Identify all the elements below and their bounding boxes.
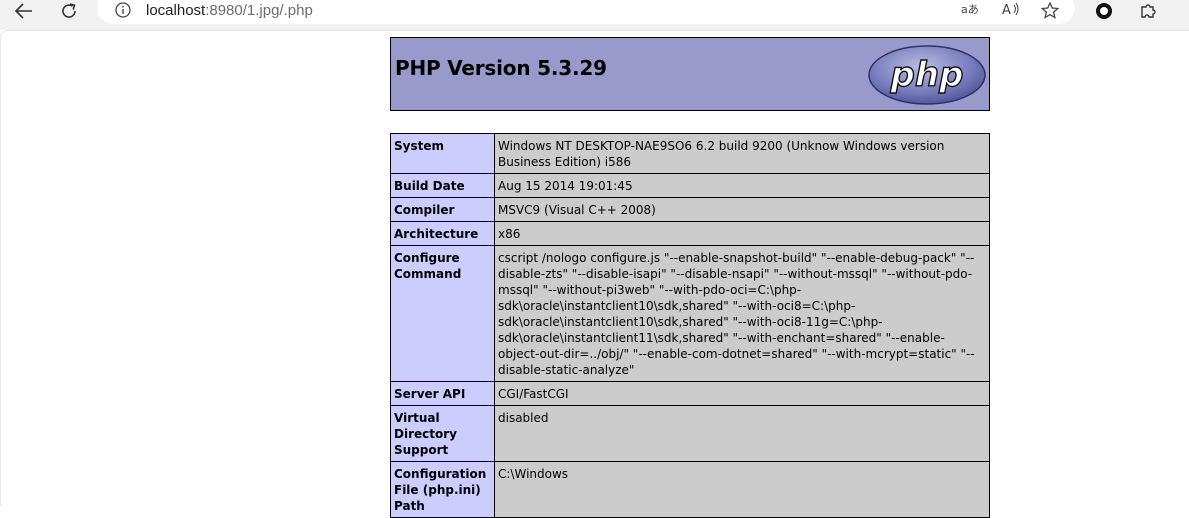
text-size-icon: A [1002, 2, 1019, 18]
table-row: Virtual Directory Support disabled [390, 405, 990, 462]
profile-button[interactable] [1090, 0, 1118, 22]
row-value: Aug 15 2014 19:01:45 [494, 173, 990, 198]
table-row: Configure Command cscript /nologo config… [390, 245, 990, 382]
extensions-button[interactable] [1134, 0, 1162, 22]
row-key: Build Date [390, 173, 495, 198]
row-value: MSVC9 (Visual C++ 2008) [494, 197, 990, 222]
back-button[interactable] [10, 0, 38, 22]
php-logo: php [868, 45, 986, 105]
row-key: Architecture [390, 221, 495, 246]
table-row: Configuration File (php.ini) Path C:\Win… [390, 461, 990, 518]
phpinfo-table: System Windows NT DESKTOP-NAE9SO6 6.2 bu… [390, 133, 990, 518]
table-row: System Windows NT DESKTOP-NAE9SO6 6.2 bu… [390, 133, 990, 174]
extensions-puzzle-icon [1141, 4, 1156, 18]
address-bar[interactable]: localhost:8980/1.jpg/.php aあ A [97, 0, 1075, 24]
row-key: Compiler [390, 197, 495, 222]
table-row: Compiler MSVC9 (Visual C++ 2008) [390, 197, 990, 222]
row-value: CGI/FastCGI [494, 381, 990, 406]
back-arrow-icon [15, 3, 32, 19]
row-value: disabled [494, 405, 990, 462]
table-row: Build Date Aug 15 2014 19:01:45 [390, 173, 990, 198]
reload-button[interactable] [55, 0, 83, 22]
info-icon [115, 2, 131, 18]
row-key: Configure Command [390, 245, 495, 382]
row-key: System [390, 133, 495, 174]
row-value: x86 [494, 221, 990, 246]
address-url: localhost:8980/1.jpg/.php [146, 2, 313, 19]
row-key: Configuration File (php.ini) Path [390, 461, 495, 518]
row-key: Server API [390, 381, 495, 406]
reload-icon [62, 3, 76, 18]
table-row: Server API CGI/FastCGI [390, 381, 990, 406]
row-value: C:\Windows [494, 461, 990, 518]
text-size-button[interactable]: A [1002, 2, 1020, 19]
svg-text:php: php [890, 55, 964, 95]
site-info-button[interactable] [115, 2, 131, 23]
phpinfo-header: PHP Version 5.3.29 php [390, 37, 990, 111]
row-value: Windows NT DESKTOP-NAE9SO6 6.2 build 920… [494, 133, 990, 174]
table-row: Architecture x86 [390, 221, 990, 246]
row-value: cscript /nologo configure.js "--enable-s… [494, 245, 990, 382]
svg-text:A: A [1002, 3, 1011, 16]
url-path: :8980/1.jpg/.php [205, 2, 313, 19]
read-aloud-icon: aあ [961, 3, 979, 16]
favorite-star-icon [1040, 1, 1060, 19]
row-key: Virtual Directory Support [390, 405, 495, 462]
browser-toolbar: localhost:8980/1.jpg/.php aあ A [0, 0, 1189, 30]
favorite-button[interactable] [1040, 1, 1060, 22]
profile-circle-icon [1096, 3, 1112, 19]
read-aloud-button[interactable]: aあ [961, 2, 979, 19]
svg-text:aあ: aあ [961, 3, 979, 16]
url-host: localhost [146, 2, 206, 19]
page-title: PHP Version 5.3.29 [395, 56, 607, 80]
